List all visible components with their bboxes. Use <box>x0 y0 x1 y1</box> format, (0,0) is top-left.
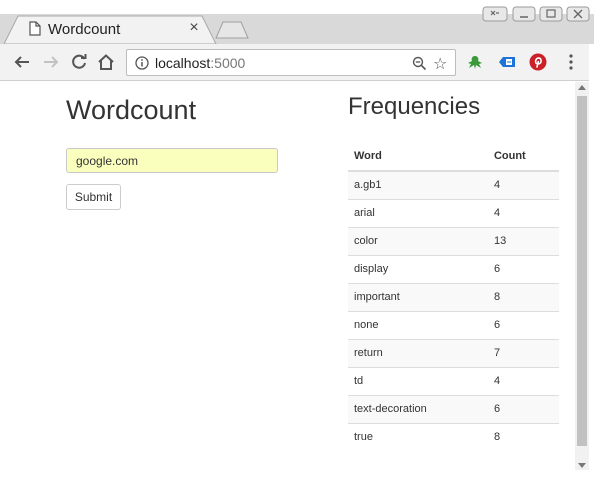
zoom-out-icon[interactable] <box>412 56 427 71</box>
count-cell: 4 <box>493 198 559 227</box>
tab-close-button[interactable]: × <box>186 19 202 37</box>
count-cell: 13 <box>493 226 559 255</box>
bookmark-star-icon[interactable]: ☆ <box>433 54 447 74</box>
reload-icon[interactable] <box>70 53 88 71</box>
forward-arrow-icon[interactable] <box>42 53 60 71</box>
table-row: important 8 <box>348 282 559 311</box>
count-cell: 8 <box>493 422 559 451</box>
table-row: a.gb1 4 <box>348 170 559 199</box>
word-cell: a.gb1 <box>348 170 494 199</box>
word-cell: td <box>348 366 494 395</box>
word-cell: text-decoration <box>348 394 494 423</box>
frog-extension-icon[interactable] <box>466 53 484 71</box>
page-scrollbar[interactable] <box>575 82 589 470</box>
word-cell: arial <box>348 198 494 227</box>
table-row: td 4 <box>348 366 559 395</box>
home-icon[interactable] <box>97 53 115 71</box>
table-header-row: Word Count <box>348 142 559 172</box>
pinterest-extension-icon[interactable] <box>529 53 547 71</box>
table-row: color 13 <box>348 226 559 255</box>
table-row: display 6 <box>348 254 559 283</box>
word-cell: return <box>348 338 494 367</box>
window-switch-icon[interactable] <box>482 6 508 22</box>
count-cell: 7 <box>493 338 559 367</box>
url-text: localhost:5000 <box>155 55 245 71</box>
maximize-icon[interactable] <box>539 6 563 22</box>
page-content: Wordcount Submit Frequencies Word Count … <box>0 82 575 470</box>
document-icon <box>29 21 41 36</box>
frequencies-title: Frequencies <box>348 93 481 120</box>
tab-strip: Wordcount × <box>0 0 594 44</box>
window-right-edge <box>589 44 594 481</box>
back-arrow-icon[interactable] <box>13 53 31 71</box>
word-cell: true <box>348 422 494 451</box>
close-icon[interactable] <box>566 6 590 22</box>
kebab-menu-icon[interactable] <box>566 53 576 71</box>
site-info-icon[interactable] <box>135 56 149 70</box>
table-row: return 7 <box>348 338 559 367</box>
scroll-down-arrow-icon[interactable] <box>578 463 586 468</box>
tab-title: Wordcount <box>48 21 121 38</box>
word-cell: color <box>348 226 494 255</box>
minimize-icon[interactable] <box>512 6 536 22</box>
page-title: Wordcount <box>66 95 197 125</box>
table-row: text-decoration 6 <box>348 394 559 423</box>
url-host: localhost <box>155 55 211 71</box>
browser-toolbar: localhost:5000 ☆ <box>0 44 594 81</box>
table-row: none 6 <box>348 310 559 339</box>
window-bottom-edge <box>0 470 594 481</box>
scrollbar-thumb[interactable] <box>577 96 587 446</box>
count-cell: 4 <box>493 366 559 395</box>
url-input[interactable] <box>66 148 278 173</box>
tag-extension-icon[interactable] <box>498 53 516 71</box>
word-cell: important <box>348 282 494 311</box>
scroll-up-arrow-icon[interactable] <box>578 85 586 90</box>
frequencies-table: Word Count a.gb1 4 arial 4 color 13 display… <box>348 142 559 451</box>
table-row: true 8 <box>348 422 559 451</box>
column-header-count: Count <box>493 142 559 172</box>
count-cell: 8 <box>493 282 559 311</box>
word-cell: display <box>348 254 494 283</box>
word-cell: none <box>348 310 494 339</box>
url-port: :5000 <box>210 55 246 71</box>
submit-button[interactable]: Submit <box>66 184 121 210</box>
address-bar[interactable]: localhost:5000 ☆ <box>126 49 456 76</box>
count-cell: 6 <box>493 394 559 423</box>
table-row: arial 4 <box>348 198 559 227</box>
count-cell: 6 <box>493 254 559 283</box>
column-header-word: Word <box>348 142 494 172</box>
count-cell: 6 <box>493 310 559 339</box>
count-cell: 4 <box>493 170 559 199</box>
